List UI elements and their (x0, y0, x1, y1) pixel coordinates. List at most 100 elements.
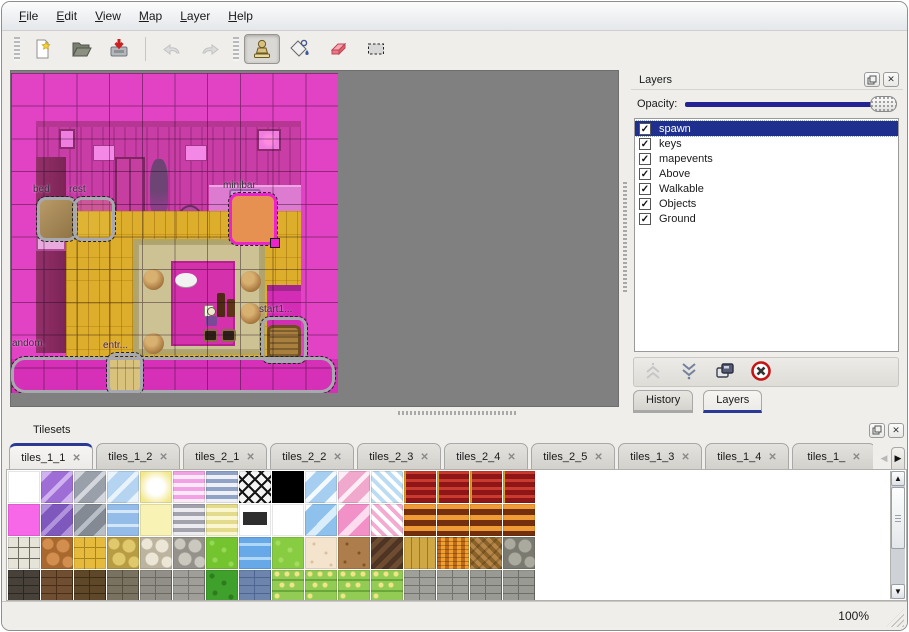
tile-0-12[interactable] (404, 471, 436, 503)
tile-3-7[interactable] (239, 570, 271, 601)
tile-0-8[interactable] (272, 471, 304, 503)
scroll-tabs-left-button[interactable]: ◀ (877, 447, 891, 469)
tile-0-11[interactable] (371, 471, 403, 503)
menu-item-help[interactable]: Help (219, 5, 262, 27)
tile-0-14[interactable] (470, 471, 502, 503)
tileset-tab-tiles_2_5[interactable]: tiles_2_5✕ (531, 443, 615, 470)
tile-0-3[interactable] (107, 471, 139, 503)
tileset-tab-tiles_2_3[interactable]: tiles_2_3✕ (357, 443, 441, 470)
tileset-tab-tiles_2_2[interactable]: tiles_2_2✕ (270, 443, 354, 470)
tile-3-8[interactable] (272, 570, 304, 601)
tileset-view[interactable]: ▲ ▼ (6, 469, 907, 601)
tileset-tab-tiles_2_1[interactable]: tiles_2_1✕ (183, 443, 267, 470)
tile-0-2[interactable] (74, 471, 106, 503)
layer-row-keys[interactable]: ✓keys (635, 136, 898, 151)
tile-3-0[interactable] (8, 570, 40, 601)
layer-visibility-checkbox[interactable]: ✓ (639, 198, 651, 210)
toolbar-grip[interactable] (14, 37, 20, 61)
tab-layers[interactable]: Layers (703, 390, 762, 413)
tile-1-3[interactable] (107, 504, 139, 536)
layer-visibility-checkbox[interactable]: ✓ (639, 123, 651, 135)
float-panel-button[interactable] (864, 72, 880, 87)
tile-2-9[interactable] (305, 537, 337, 569)
tile-1-9[interactable] (305, 504, 337, 536)
tile-2-4[interactable] (140, 537, 172, 569)
tile-3-6[interactable] (206, 570, 238, 601)
tab-history[interactable]: History (633, 390, 693, 413)
layer-visibility-checkbox[interactable]: ✓ (639, 138, 651, 150)
close-panel-button[interactable]: ✕ (883, 72, 899, 87)
tile-0-1[interactable] (41, 471, 73, 503)
close-tab-icon[interactable]: ✕ (246, 452, 254, 463)
close-tab-icon[interactable]: ✕ (507, 452, 515, 463)
tilesets-close-button[interactable]: ✕ (888, 423, 904, 438)
tile-1-2[interactable] (74, 504, 106, 536)
tileset-scrollbar[interactable]: ▲ ▼ (890, 471, 905, 599)
eraser-button[interactable] (320, 34, 356, 64)
layer-visibility-checkbox[interactable]: ✓ (639, 168, 651, 180)
tile-1-11[interactable] (371, 504, 403, 536)
tile-3-11[interactable] (371, 570, 403, 601)
tilesets-float-button[interactable] (869, 423, 885, 438)
tile-2-3[interactable] (107, 537, 139, 569)
tile-1-12[interactable] (404, 504, 436, 536)
layer-row-Objects[interactable]: ✓Objects (635, 196, 898, 211)
scroll-up-button[interactable]: ▲ (891, 471, 905, 486)
tile-2-11[interactable] (371, 537, 403, 569)
close-tab-icon[interactable]: ✕ (72, 453, 80, 464)
layer-visibility-checkbox[interactable]: ✓ (639, 183, 651, 195)
vertical-splitter-handle[interactable] (623, 182, 627, 292)
layer-visibility-checkbox[interactable]: ✓ (639, 153, 651, 165)
open-file-button[interactable] (63, 34, 99, 64)
tile-2-10[interactable] (338, 537, 370, 569)
tile-2-13[interactable] (437, 537, 469, 569)
scroll-tabs-right-button[interactable]: ▶ (891, 447, 905, 469)
tile-1-6[interactable] (206, 504, 238, 536)
map-canvas[interactable]: bed rest minibar start1... entr... andom… (11, 73, 338, 393)
tile-3-3[interactable] (107, 570, 139, 601)
tile-3-5[interactable] (173, 570, 205, 601)
tile-3-2[interactable] (74, 570, 106, 601)
stamp-brush-button[interactable] (244, 34, 280, 64)
map-object-rest[interactable] (73, 197, 115, 241)
opacity-slider[interactable] (685, 95, 897, 113)
tile-2-12[interactable] (404, 537, 436, 569)
tileset-tab-tiles_1_4[interactable]: tiles_1_4✕ (705, 443, 789, 470)
tile-2-15[interactable] (503, 537, 535, 569)
tile-0-10[interactable] (338, 471, 370, 503)
tile-3-13[interactable] (437, 570, 469, 601)
tile-1-8[interactable] (272, 504, 304, 536)
layer-row-Walkable[interactable]: ✓Walkable (635, 181, 898, 196)
tile-3-14[interactable] (470, 570, 502, 601)
tile-3-4[interactable] (140, 570, 172, 601)
tile-3-10[interactable] (338, 570, 370, 601)
close-tab-icon[interactable]: ✕ (594, 452, 602, 463)
tile-1-15[interactable] (503, 504, 535, 536)
vertical-splitter[interactable] (621, 70, 630, 407)
tile-1-5[interactable] (173, 504, 205, 536)
tile-0-6[interactable] (206, 471, 238, 503)
tile-2-0[interactable] (8, 537, 40, 569)
tileset-tab-tiles_1_2[interactable]: tiles_1_2✕ (96, 443, 180, 470)
opacity-slider-track[interactable] (685, 102, 895, 107)
tile-0-4[interactable] (140, 471, 172, 503)
close-tab-icon[interactable]: ✕ (768, 452, 776, 463)
menu-item-map[interactable]: Map (130, 5, 171, 27)
map-object-spawn-strip[interactable] (11, 357, 335, 393)
opacity-slider-handle[interactable] (870, 96, 897, 112)
tile-2-6[interactable] (206, 537, 238, 569)
tile-1-4[interactable] (140, 504, 172, 536)
menu-item-edit[interactable]: Edit (47, 5, 86, 27)
tile-1-0[interactable] (8, 504, 40, 536)
selection-handle[interactable] (270, 238, 280, 248)
tile-0-13[interactable] (437, 471, 469, 503)
tile-1-14[interactable] (470, 504, 502, 536)
map-object-bed[interactable] (37, 197, 77, 241)
close-tab-icon[interactable]: ✕ (420, 452, 428, 463)
tile-2-1[interactable] (41, 537, 73, 569)
tileset-tab-tiles_2_4[interactable]: tiles_2_4✕ (444, 443, 528, 470)
close-tab-icon[interactable]: ✕ (681, 452, 689, 463)
tile-0-9[interactable] (305, 471, 337, 503)
tile-1-7[interactable] (239, 504, 271, 536)
tile-3-12[interactable] (404, 570, 436, 601)
